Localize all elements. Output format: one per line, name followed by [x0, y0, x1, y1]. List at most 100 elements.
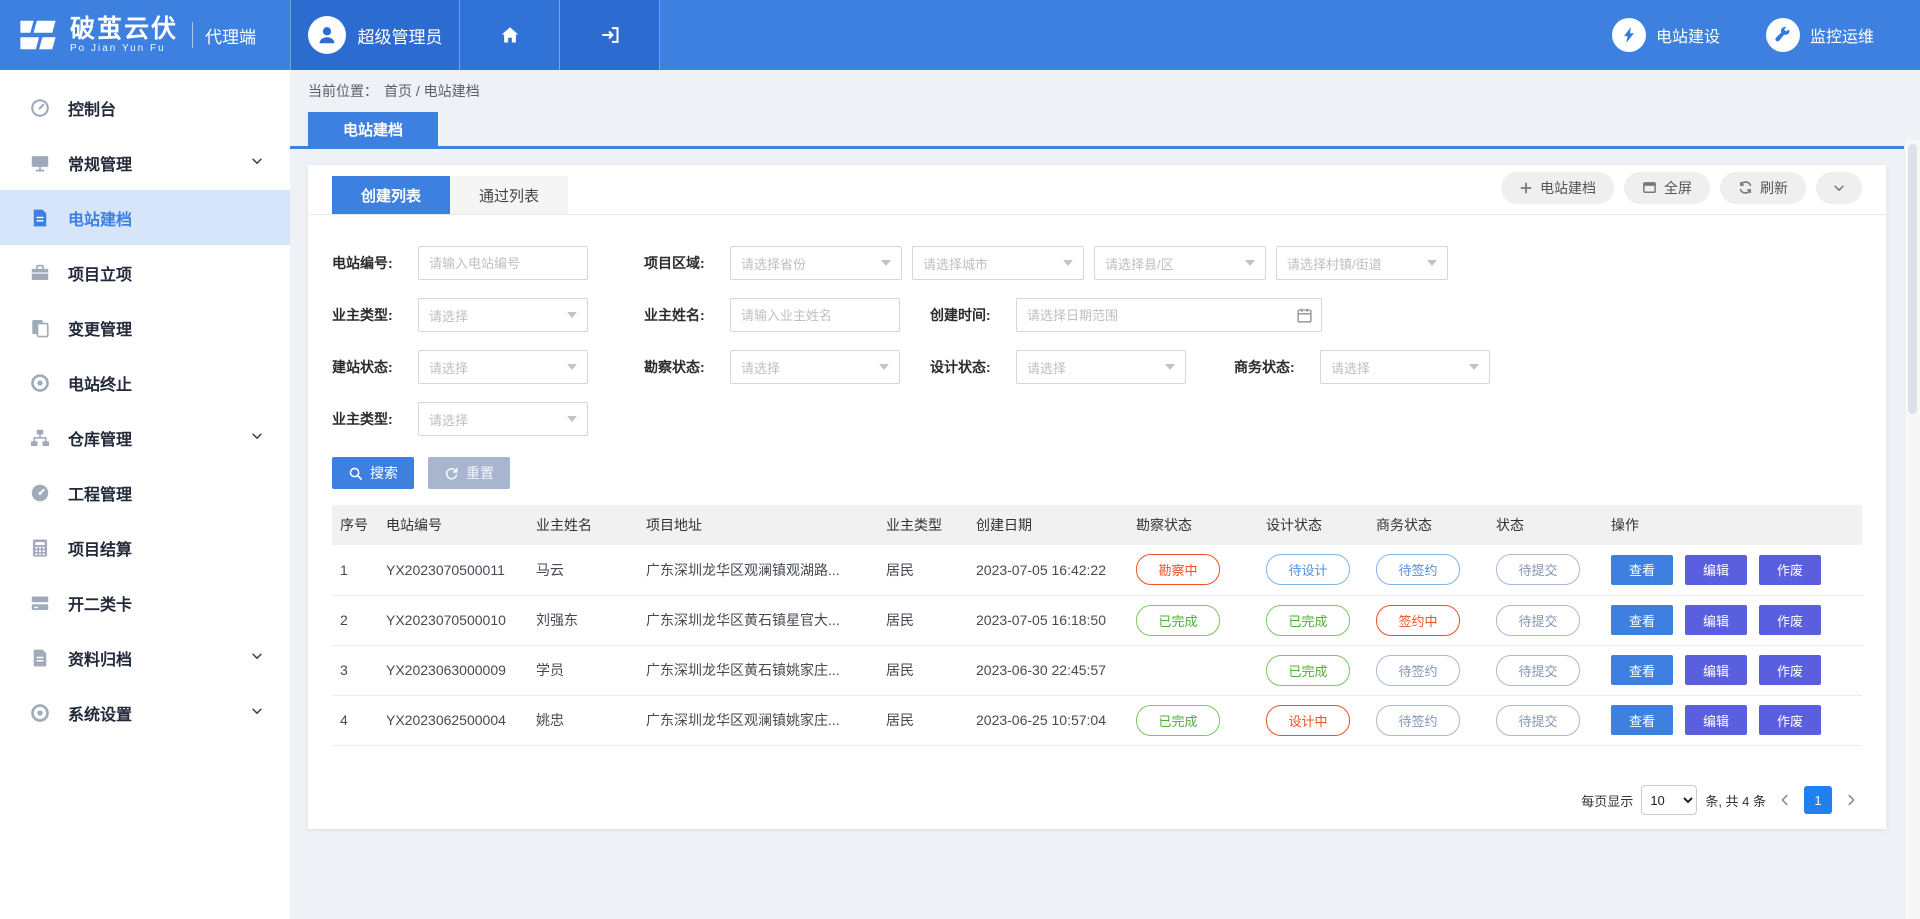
business-status-select[interactable]: 请选择	[1320, 350, 1490, 384]
sidebar-item-engineering-mgmt[interactable]: 工程管理	[0, 465, 290, 520]
view-button[interactable]: 查看	[1611, 655, 1673, 685]
owner-type-select[interactable]: 请选择	[418, 298, 588, 332]
cell-created: 2023-06-25 10:57:04	[968, 695, 1128, 745]
county-select[interactable]: 请选择县/区	[1094, 246, 1266, 280]
status-badge: 待设计	[1266, 554, 1350, 585]
home-icon	[500, 25, 520, 45]
owner-type-2-select[interactable]: 请选择	[418, 402, 588, 436]
breadcrumb-path: 首页 / 电站建档	[384, 81, 480, 101]
column-header: 业主姓名	[528, 505, 638, 545]
void-button[interactable]: 作废	[1759, 605, 1821, 635]
sidebar-item-change-mgmt[interactable]: 变更管理	[0, 300, 290, 355]
owner-name-input[interactable]	[730, 298, 900, 332]
sidebar-item-label: 变更管理	[68, 316, 264, 340]
view-button[interactable]: 查看	[1611, 605, 1673, 635]
design-status-select[interactable]: 请选择	[1016, 350, 1186, 384]
edit-button[interactable]: 编辑	[1685, 555, 1747, 585]
refresh-label: 刷新	[1760, 178, 1788, 198]
scrollbar[interactable]	[1904, 140, 1920, 919]
cell-address: 广东深圳龙华区观澜镇观湖路...	[638, 545, 878, 595]
per-page-select[interactable]: 10	[1641, 785, 1697, 815]
sidebar-item-label: 仓库管理	[68, 426, 250, 450]
portal-label: 代理端	[205, 23, 256, 48]
station-code-input-field[interactable]	[419, 256, 587, 271]
add-station-button[interactable]: 电站建档	[1501, 172, 1614, 204]
edit-button[interactable]: 编辑	[1685, 605, 1747, 635]
nav-station-build[interactable]: 电站建设	[1612, 18, 1720, 52]
bolt-icon	[1612, 18, 1646, 52]
survey-status-select[interactable]: 请选择	[730, 350, 900, 384]
station-code-input[interactable]	[418, 246, 588, 280]
view-button[interactable]: 查看	[1611, 705, 1673, 735]
cell-status-status: 待提交	[1488, 595, 1603, 645]
create-time-range-picker[interactable]	[1016, 298, 1322, 332]
next-page-button[interactable]	[1840, 786, 1862, 814]
status-badge: 勘察中	[1136, 554, 1220, 585]
refresh-button[interactable]: 刷新	[1720, 172, 1806, 204]
scrollbar-thumb[interactable]	[1908, 144, 1917, 414]
cell-status-status: 待提交	[1488, 695, 1603, 745]
column-header: 状态	[1488, 505, 1603, 545]
cell-survey-status: 已完成	[1128, 595, 1258, 645]
cell-seq: 3	[332, 645, 378, 695]
nav-monitor-ops[interactable]: 监控运维	[1766, 18, 1874, 52]
void-button[interactable]: 作废	[1759, 705, 1821, 735]
table-row: 1YX2023070500011马云广东深圳龙华区观澜镇观湖路...居民2023…	[332, 545, 1862, 595]
owner-name-input-field[interactable]	[731, 308, 899, 323]
sidebar-item-data-archive[interactable]: 资料归档	[0, 630, 290, 685]
logout-icon	[600, 25, 620, 45]
sidebar-item-station-archive[interactable]: 电站建档	[0, 190, 290, 245]
fullscreen-label: 全屏	[1664, 178, 1692, 198]
city-select[interactable]: 请选择城市	[912, 246, 1084, 280]
brand-divider	[192, 22, 193, 48]
sidebar-item-second-card[interactable]: 开二类卡	[0, 575, 290, 630]
edit-button[interactable]: 编辑	[1685, 705, 1747, 735]
sidebar-item-warehouse-mgmt[interactable]: 仓库管理	[0, 410, 290, 465]
cell-design-status: 待设计	[1258, 545, 1368, 595]
sidebar-item-system-settings[interactable]: 系统设置	[0, 685, 290, 740]
logout-button[interactable]	[560, 0, 660, 70]
brand-text: 破茧云伏 Po Jian Yun Fu	[70, 16, 178, 55]
page-tab-station-archive[interactable]: 电站建档	[308, 112, 438, 146]
tab-create-list[interactable]: 创建列表	[332, 176, 450, 214]
void-button[interactable]: 作废	[1759, 555, 1821, 585]
sidebar-item-project-settle[interactable]: 项目结算	[0, 520, 290, 575]
dropdown-arrow-icon	[1427, 260, 1437, 266]
user-menu[interactable]: 超级管理员	[290, 0, 460, 70]
cell-survey-status: 勘察中	[1128, 545, 1258, 595]
home-button[interactable]	[460, 0, 560, 70]
breadcrumb-label: 当前位置：	[308, 81, 378, 101]
filter-row: 建站状态:请选择勘察状态:请选择设计状态:请选择商务状态:请选择	[332, 341, 1862, 393]
sidebar-item-station-terminate[interactable]: 电站终止	[0, 355, 290, 410]
search-button[interactable]: 搜索	[332, 457, 414, 489]
fullscreen-button[interactable]: 全屏	[1624, 172, 1710, 204]
create-time-input-field[interactable]	[1017, 308, 1296, 323]
edit-button[interactable]: 编辑	[1685, 655, 1747, 685]
void-button[interactable]: 作废	[1759, 655, 1821, 685]
view-button[interactable]: 查看	[1611, 555, 1673, 585]
prev-page-button[interactable]	[1774, 786, 1796, 814]
filter-row: 业主类型:请选择业主姓名:创建时间:	[332, 289, 1862, 341]
status-badge: 签约中	[1376, 605, 1460, 636]
tab-passed-list[interactable]: 通过列表	[450, 176, 568, 214]
town-select[interactable]: 请选择村镇/街道	[1276, 246, 1448, 280]
sidebar-item-general-mgmt[interactable]: 常规管理	[0, 135, 290, 190]
station-code-label: 电站编号:	[332, 253, 418, 273]
column-header: 设计状态	[1258, 505, 1368, 545]
cell-owner_type: 居民	[878, 545, 968, 595]
build-status-select[interactable]: 请选择	[418, 350, 588, 384]
province-select[interactable]: 请选择省份	[730, 246, 902, 280]
list-tabs: 创建列表 通过列表	[332, 176, 568, 214]
dropdown-arrow-icon	[567, 416, 577, 422]
list-card: 创建列表 通过列表 电站建档	[308, 165, 1886, 829]
sidebar-item-console[interactable]: 控制台	[0, 80, 290, 135]
collapse-toolbar-button[interactable]	[1816, 172, 1862, 204]
top-bar: 破茧云伏 Po Jian Yun Fu 代理端 超级管理员	[0, 0, 1920, 70]
sidebar-item-project-setup[interactable]: 项目立项	[0, 245, 290, 300]
status-badge: 已完成	[1136, 605, 1220, 636]
cell-owner_type: 居民	[878, 695, 968, 745]
reset-button[interactable]: 重置	[428, 457, 510, 489]
page-number-1[interactable]: 1	[1804, 786, 1832, 814]
filter-row: 业主类型:请选择	[332, 393, 1862, 445]
add-station-label: 电站建档	[1540, 178, 1596, 198]
